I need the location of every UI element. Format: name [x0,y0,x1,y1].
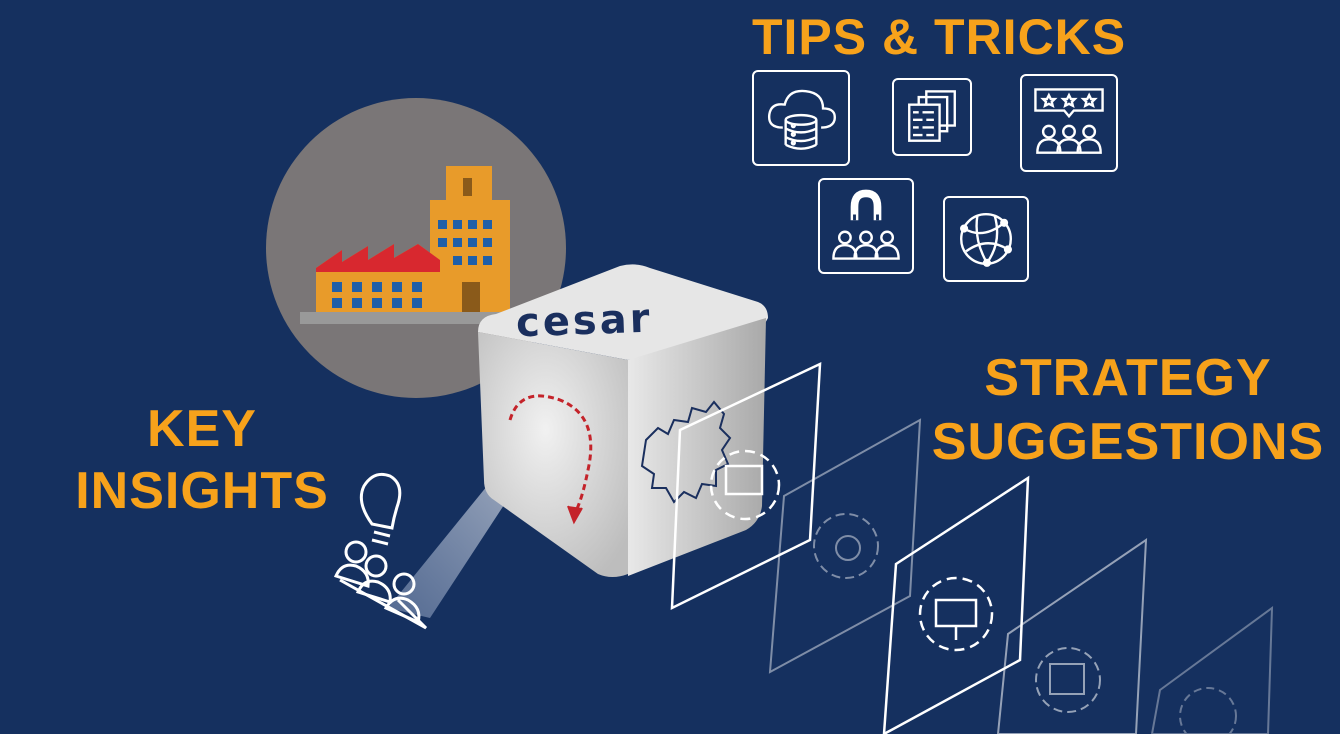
cesar-logo: cesar [515,295,654,347]
insights-icons [333,472,428,630]
lightbulb-icon [359,472,402,546]
gear-presentation-icon [882,475,1030,734]
gear-chart-icon [1150,605,1274,734]
gear-euro-coins-icon [768,418,922,674]
factory-icon [300,166,512,324]
people-group-icon [333,540,428,630]
main-scene [300,166,1274,734]
